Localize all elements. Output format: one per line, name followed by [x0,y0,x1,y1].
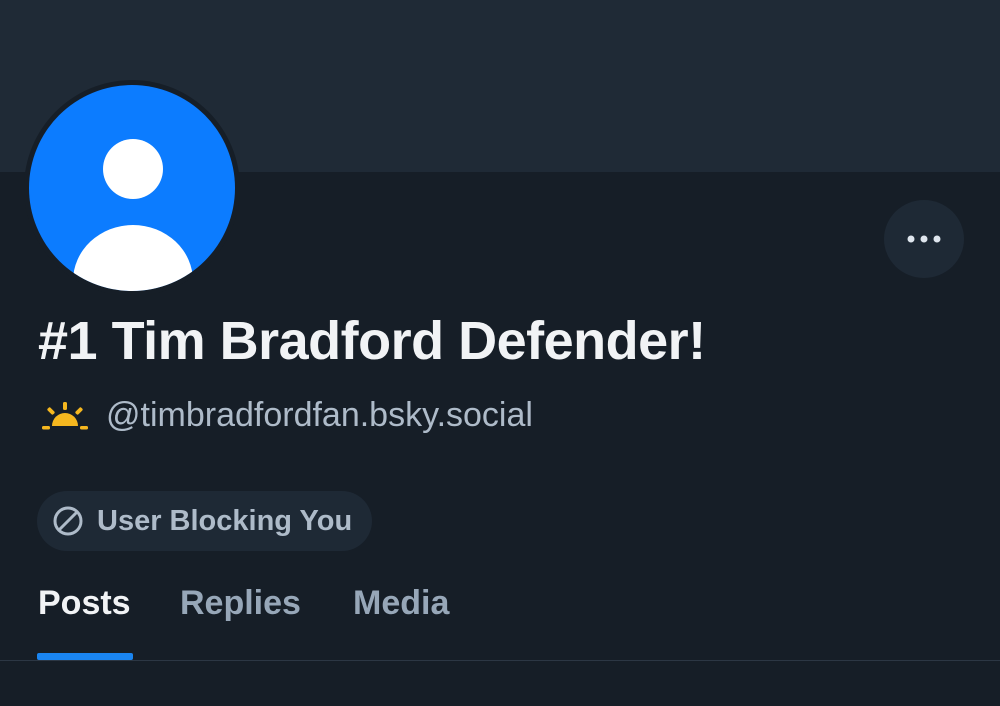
ellipsis-icon [907,235,941,243]
profile-page: #1 Tim Bradford Defender! @timbradfordfa… [0,0,1000,706]
handle-row: @timbradfordfan.bsky.social [40,396,533,435]
avatar[interactable] [24,80,240,296]
tab-media[interactable]: Media [353,584,449,623]
sunrise-icon [42,401,88,429]
tab-replies[interactable]: Replies [180,584,301,623]
tab-divider [0,660,1000,661]
profile-tabs: Posts Replies Media [0,570,1000,662]
active-tab-indicator [37,653,133,660]
handle[interactable]: @timbradfordfan.bsky.social [106,396,533,435]
more-options-button[interactable] [884,200,964,278]
tab-posts[interactable]: Posts [38,584,131,623]
display-name: #1 Tim Bradford Defender! [38,311,706,371]
blocked-status-badge: User Blocking You [37,491,373,551]
default-user-avatar-icon [29,85,235,291]
ban-icon [53,506,83,536]
blocked-status-label: User Blocking You [97,504,353,537]
